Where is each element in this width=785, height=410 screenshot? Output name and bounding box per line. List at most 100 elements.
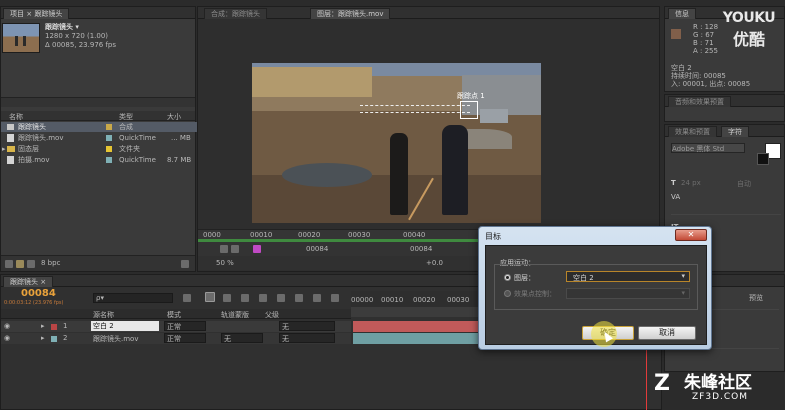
layer-mode-select[interactable]: 正常 (164, 333, 206, 343)
label-swatch[interactable] (106, 146, 112, 152)
footage-name[interactable]: 跟踪镜头 ▾ (45, 22, 79, 32)
col-trkmat[interactable]: 轨道蒙版 (221, 310, 249, 320)
brainstorm-icon[interactable] (295, 294, 303, 302)
preview-tab[interactable]: 预览 (749, 293, 763, 303)
col-name[interactable]: 名称 (9, 112, 23, 122)
shy-icon[interactable] (223, 294, 231, 302)
tab-timeline[interactable]: 跟踪镜头 × (3, 276, 54, 287)
col-mode[interactable]: 模式 (167, 310, 181, 320)
col-size[interactable]: 大小 (167, 112, 181, 122)
person-right (442, 125, 468, 215)
layer-color-swatch[interactable] (51, 336, 57, 342)
eye-icon[interactable]: ◉ (4, 334, 10, 342)
stick (408, 177, 434, 221)
effect-radio[interactable] (504, 290, 511, 297)
layer-select[interactable]: 空白 2 ▾ (566, 271, 690, 282)
label-swatch[interactable] (106, 124, 112, 130)
ruler-tick: 00030 (447, 296, 470, 304)
stroke-width-row[interactable] (671, 207, 781, 215)
exposure-value[interactable]: +0.0 (426, 259, 443, 267)
new-folder-icon[interactable] (16, 260, 24, 268)
disclosure-triangle-icon[interactable]: ▸ (2, 144, 6, 154)
color-swatch (671, 29, 681, 39)
tab-project[interactable]: 项目 × 跟踪镜头 (3, 8, 70, 19)
close-icon: ✕ (687, 230, 695, 239)
trash-icon[interactable] (181, 260, 189, 268)
timer-icon[interactable] (313, 294, 321, 302)
tab-character[interactable]: 字符 (721, 126, 749, 137)
ruler-tick: 00000 (351, 296, 374, 304)
table-row[interactable]: ◉ ▸ 2 跟踪镜头.mov 正常 无 无 (1, 333, 351, 344)
cancel-button[interactable]: 取消 (638, 326, 696, 340)
interpret-footage-icon[interactable] (5, 260, 13, 268)
item-type: QuickTime (119, 156, 156, 164)
list-item[interactable]: 跟踪镜头.mov QuickTime ... MB (1, 133, 197, 143)
file-icon (7, 134, 14, 142)
layer-radio-label[interactable]: 图层： (514, 273, 535, 283)
eye-icon[interactable]: ◉ (4, 322, 10, 330)
motion-blur-icon[interactable] (259, 294, 267, 302)
tab-effects[interactable]: 效果和预置 (668, 126, 717, 137)
label-swatch[interactable] (106, 135, 112, 141)
footage-resolution: 1280 x 720 (1.00) (45, 32, 109, 40)
draft-3d-icon[interactable] (183, 294, 191, 302)
effect-select[interactable]: ▾ (566, 288, 690, 299)
set-in-icon[interactable] (220, 245, 228, 253)
puddle-shape (282, 163, 372, 187)
layer-select-value: 空白 2 (573, 274, 594, 282)
effect-radio-label[interactable]: 效果点控制： (514, 289, 556, 299)
project-panel: 项目 × 跟踪镜头 跟踪镜头 ▾ 1280 x 720 (1.00) Δ 000… (0, 6, 197, 272)
timecode-a[interactable]: 00084 (306, 245, 328, 253)
label-swatch[interactable] (106, 157, 112, 163)
project-search-bar[interactable] (1, 97, 195, 107)
new-composition-icon[interactable] (27, 260, 35, 268)
timeline-search-input[interactable]: ρ▾ (93, 293, 173, 303)
layer-color-swatch[interactable] (51, 324, 57, 330)
list-item[interactable]: 跟踪镜头 合成 (1, 122, 197, 132)
frame-blending-icon[interactable] (241, 294, 249, 302)
leading-field[interactable]: 自动 (737, 179, 751, 189)
layer-radio[interactable] (504, 274, 511, 281)
tab-composition[interactable]: 合成：跟踪镜头 (204, 8, 267, 19)
dialog-close-button[interactable]: ✕ (675, 229, 707, 241)
ruler-tick: 00010 (381, 296, 404, 304)
font-family-select[interactable]: Adobe 黑体 Std (671, 143, 745, 153)
zoom-select[interactable]: 50 % (216, 259, 234, 267)
tracking-icon: VA (671, 193, 681, 201)
zf3d-logo: Z 朱峰社区 ZF3D.COM (654, 368, 782, 408)
audio-panel: 音频和效果预置 (664, 94, 785, 122)
list-item[interactable]: 拍摄.mov QuickTime 8.7 MB (1, 155, 197, 165)
layer-mode-select[interactable]: 正常 (164, 321, 206, 331)
col-type[interactable]: 类型 (119, 112, 133, 122)
tab-info[interactable]: 信息 (668, 8, 696, 19)
timeline-timecode[interactable]: 00084 (21, 288, 56, 299)
col-source-name[interactable]: 源名称 (93, 310, 114, 320)
layer-parent-select[interactable]: 无 (279, 333, 335, 343)
layer-number: 1 (63, 322, 68, 330)
layer-name[interactable]: 跟踪镜头.mov (93, 334, 138, 344)
bit-depth[interactable]: 8 bpc (41, 259, 60, 267)
stroke-color-swatch[interactable] (757, 153, 769, 165)
container-shape (480, 109, 508, 123)
item-name: 跟踪镜头 (18, 123, 46, 131)
disclosure-triangle-icon[interactable]: ▸ (41, 322, 45, 330)
graph-editor-icon[interactable] (277, 294, 285, 302)
magenta-swatch-icon[interactable] (253, 245, 261, 253)
timecode-b[interactable]: 00084 (410, 245, 432, 253)
list-item[interactable]: ▸ 固态层 文件夹 (1, 144, 197, 154)
layer-name[interactable]: 空白 2 (91, 321, 159, 331)
disclosure-triangle-icon[interactable]: ▸ (41, 334, 45, 342)
tab-audio[interactable]: 音频和效果预置 (668, 96, 731, 107)
table-row[interactable]: ◉ ▸ 1 空白 2 正常 无 (1, 321, 351, 332)
layer-trkmat-select[interactable]: 无 (221, 333, 263, 343)
set-out-icon[interactable] (231, 245, 239, 253)
layer-parent-select[interactable]: 无 (279, 321, 335, 331)
comp-flowchart-icon[interactable] (205, 292, 215, 302)
font-size-field[interactable]: 24 px (681, 179, 701, 187)
footage-frame[interactable]: 跟踪点 1 (252, 63, 541, 223)
zf3d-url: ZF3D.COM (692, 392, 748, 402)
lock-icon[interactable] (331, 294, 339, 302)
tracking-search-box[interactable] (460, 101, 478, 119)
tab-layer[interactable]: 图层：跟踪镜头.mov (310, 8, 391, 19)
col-parent[interactable]: 父级 (265, 310, 279, 320)
